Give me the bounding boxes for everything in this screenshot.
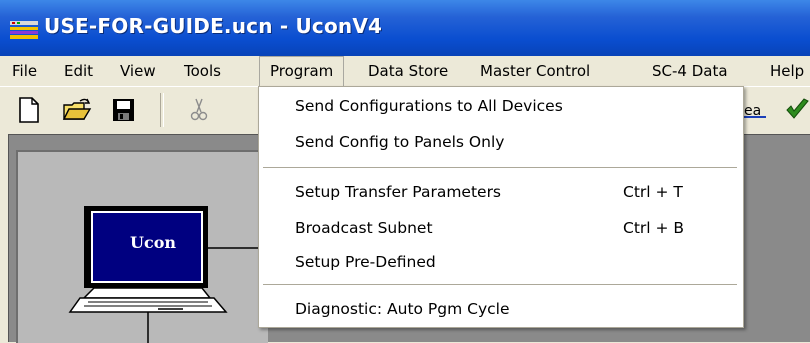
menu-item-label: Setup Pre-Defined [295,253,436,271]
new-file-icon[interactable] [14,95,44,125]
laptop-keyboard [68,297,228,313]
check-icon[interactable] [784,95,810,125]
menu-separator [263,167,737,168]
network-icon[interactable]: ea [744,95,776,125]
menu-program[interactable]: Program [259,56,345,87]
window-title: USE-FOR-GUIDE.ucn - UconV4 [44,14,383,38]
menu-edit[interactable]: Edit [64,56,93,86]
cut-icon[interactable] [184,95,214,125]
menu-item-label: Diagnostic: Auto Pgm Cycle [295,300,510,318]
menu-view[interactable]: View [120,56,156,86]
menu-data-store[interactable]: Data Store [368,56,448,86]
menu-item-diagnostic[interactable]: Diagnostic: Auto Pgm Cycle [295,294,715,324]
menu-item-label: Setup Transfer Parameters [295,183,502,201]
menu-item-send-all[interactable]: Send Configurations to All Devices [295,91,715,121]
menu-file[interactable]: File [12,56,37,86]
menu-master-control[interactable]: Master Control [480,56,590,86]
menu-item-setup-transfer[interactable]: Setup Transfer Parameters Ctrl + T [295,177,715,207]
menu-item-shortcut: Ctrl + B [623,219,685,237]
menu-item-label: Send Config to Panels Only [295,133,505,151]
device-label-ucon[interactable]: Ucon [118,233,188,252]
menu-item-broadcast-subnet[interactable]: Broadcast Subnet Ctrl + B [295,213,715,243]
menu-help[interactable]: Help [770,56,804,86]
menu-item-setup-predefined[interactable]: Setup Pre-Defined [295,247,715,277]
menu-separator [263,284,737,285]
open-folder-icon[interactable] [62,95,92,125]
menu-sc4-data[interactable]: SC-4 Data [652,56,728,86]
menu-item-label: Send Configurations to All Devices [295,97,563,115]
menu-tools[interactable]: Tools [184,56,221,86]
menu-item-label: Broadcast Subnet [295,219,433,237]
menu-item-send-panels[interactable]: Send Config to Panels Only [295,127,715,157]
app-icon[interactable] [10,21,38,39]
save-icon[interactable] [108,95,138,125]
title-bar: USE-FOR-GUIDE.ucn - UconV4 [0,0,810,56]
toolbar-separator [160,93,164,127]
menu-item-shortcut: Ctrl + T [623,183,683,201]
program-menu-dropdown: Send Configurations to All Devices Send … [258,86,744,328]
menu-bar: File Edit View Tools Program Data Store … [0,56,810,87]
